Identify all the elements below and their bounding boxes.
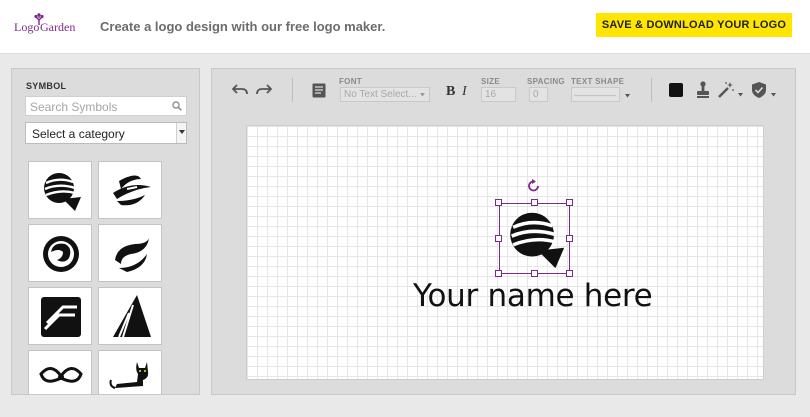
rotate-handle-icon[interactable] [527,179,541,193]
resize-handle-bottom[interactable] [531,270,538,277]
color-swatch[interactable] [669,83,683,97]
top-bar: Logo Garden Create a logo design with ou… [0,0,810,54]
resize-handle-top-left[interactable] [495,199,502,206]
toolbar-divider [651,78,652,102]
size-value: 16 [485,89,497,100]
symbol-tile-8[interactable] [98,350,162,394]
spacing-label: SPACING [527,77,565,86]
logo-word-garden: Garden [40,20,76,34]
bold-button[interactable]: B [446,84,455,100]
symbol-tile-4[interactable] [98,224,162,282]
swirl-orbit-icon [115,238,149,272]
text-shape-label: TEXT SHAPE [571,77,625,86]
size-stepper[interactable]: 16 [481,87,516,102]
spacing-value: 0 [533,89,539,100]
logo-name-text[interactable]: Your name here [413,278,653,314]
category-select-value: Select a category [32,127,125,141]
split-square-icon [41,297,81,337]
chevron-down-icon [420,93,425,97]
slider-track [574,94,616,97]
resize-handle-top-right[interactable] [566,199,573,206]
symbol-tile-1[interactable] [28,161,92,219]
tagline: Create a logo design with our free logo … [100,19,386,34]
save-download-button[interactable]: SAVE & DOWNLOAD YOUR LOGO [596,13,792,37]
undo-icon[interactable] [232,83,248,97]
symbol-panel: SYMBOL Select a category [11,68,200,395]
font-select-value: No Text Select... [344,89,417,100]
symbol-section-label: SYMBOL [26,81,67,91]
swoosh-sphere-icon [44,173,81,211]
toolbar-divider [292,78,293,102]
selection-box[interactable] [499,203,570,274]
stamp-icon[interactable] [696,81,710,99]
search-input[interactable] [30,99,168,114]
symbol-search [25,96,187,116]
magic-wand-icon[interactable] [717,81,735,99]
bow-ribbon-icon [39,367,83,383]
cat-icon [109,362,149,389]
editor-toolbar: FONT No Text Select... B I SIZE 16 SPACI… [212,69,797,112]
spacing-stepper[interactable]: 0 [529,87,548,102]
resize-handle-bottom-right[interactable] [566,270,573,277]
category-dropdown-arrow[interactable] [176,123,186,143]
design-canvas[interactable]: Your name here [246,125,764,380]
symbol-tile-5[interactable] [28,287,92,345]
italic-button[interactable]: I [462,84,467,100]
chevron-down-icon[interactable] [738,93,743,97]
category-select[interactable]: Select a category [25,122,187,144]
stripe-pyramid-icon [113,295,151,338]
shield-icon[interactable] [751,81,767,99]
symbol-tile-7[interactable] [28,350,92,394]
font-select[interactable]: No Text Select... [340,87,430,102]
resize-handle-left[interactable] [495,235,502,242]
logogarden-logo[interactable]: Logo Garden [14,13,82,39]
orbit-ring-icon [113,175,151,206]
text-document-icon[interactable] [312,83,326,98]
resize-handle-bottom-left[interactable] [495,270,502,277]
spiral-circle-icon [43,236,79,272]
symbol-tile-3[interactable] [28,224,92,282]
resize-handle-top[interactable] [531,199,538,206]
redo-icon[interactable] [256,83,272,97]
chevron-down-icon[interactable] [771,93,776,97]
chevron-down-icon [179,130,185,134]
search-icon[interactable] [172,101,182,111]
editor-panel: FONT No Text Select... B I SIZE 16 SPACI… [211,68,796,395]
chevron-down-icon[interactable] [625,94,630,98]
resize-handle-right[interactable] [566,235,573,242]
symbol-tile-2[interactable] [98,161,162,219]
size-label: SIZE [481,77,500,86]
symbol-tile-6[interactable] [98,287,162,345]
font-label: FONT [339,77,362,86]
text-shape-slider[interactable] [571,87,620,102]
